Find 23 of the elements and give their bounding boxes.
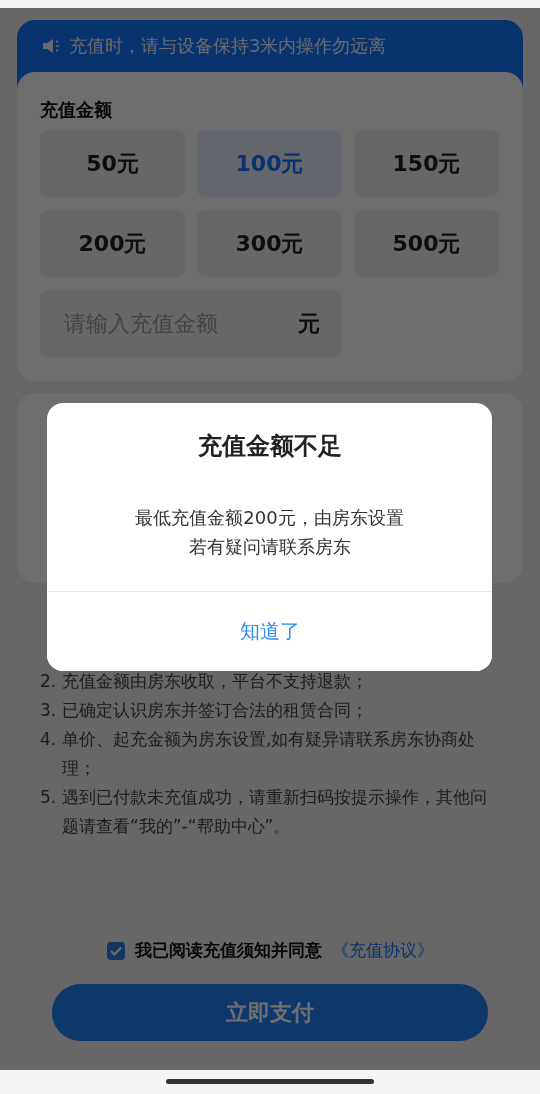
unit-label: 元 [298, 309, 320, 338]
amount-option[interactable]: 150元 [354, 130, 499, 197]
agreement-text: 我已阅读充值须知并同意 [134, 939, 322, 962]
pay-button[interactable]: 立即支付 [52, 984, 488, 1041]
note-item: 4. 单价、起充金额为房东设置,如有疑异请联系房东协商处理； [40, 728, 477, 780]
amount-option[interactable]: 500元 [354, 210, 499, 277]
dialog-message: 若有疑问请联系房东 [187, 535, 352, 559]
agreement-link[interactable]: 《充值协议》 [331, 939, 434, 962]
notice-text: 充值时，请与设备保持3米内操作勿远离 [69, 34, 387, 58]
amount-option[interactable]: 100元 [197, 130, 342, 197]
check-icon [109, 945, 122, 956]
dialog-title: 充值金额不足 [196, 431, 343, 462]
section-title: 充值金额 [40, 98, 113, 122]
agree-checkbox[interactable] [106, 941, 125, 960]
note-item: 5. 遇到已付款未充值成功，请重新扫码按提示操作，其他问题请查看“我的”-“帮助中心”。 [40, 786, 488, 838]
dialog-message: 最低充值金额200元，由房东设置 [134, 506, 405, 530]
amount-option[interactable]: 300元 [197, 210, 342, 277]
amount-option[interactable]: 50元 [40, 130, 185, 197]
speaker-icon [41, 36, 61, 56]
confirm-button[interactable]: 知道了 [47, 591, 492, 671]
note-item: 2. 充值金额由房东收取，平台不支持退款； [40, 670, 369, 693]
amount-option[interactable]: 200元 [40, 210, 185, 277]
note-item: 3. 已确定认识房东并签订合法的租赁合同； [40, 699, 369, 722]
